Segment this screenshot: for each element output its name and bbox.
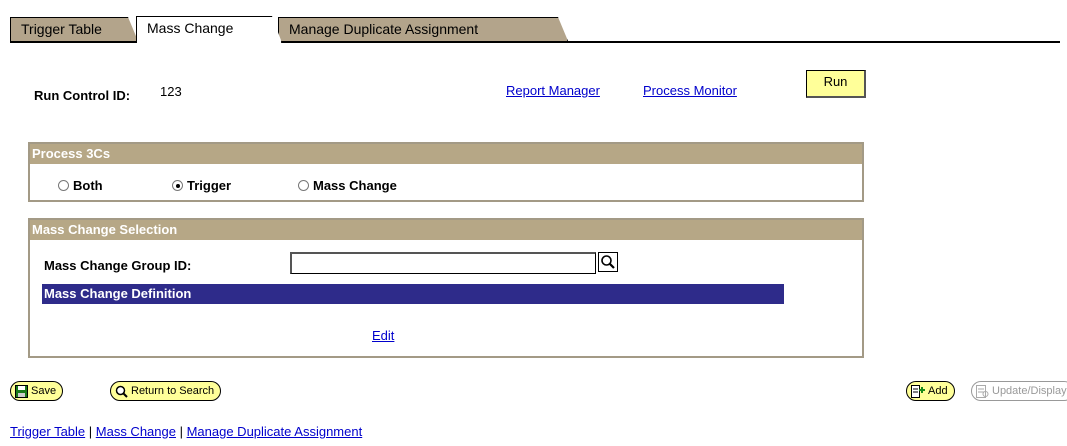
tab-mass-change[interactable]: Mass Change [136,16,282,43]
magnifier-icon [601,255,615,269]
radio-both-circle[interactable] [58,180,69,191]
tab-label: Mass Change [147,20,234,36]
radio-both-label: Both [73,178,103,193]
run-button[interactable]: Run [806,70,866,98]
return-to-search-label: Return to Search [131,385,215,397]
search-icon [115,385,128,398]
update-display-icon [976,384,989,398]
footer-separator: | [175,424,187,439]
footer-mass-change-link[interactable]: Mass Change [96,424,176,439]
mass-change-group-id-label: Mass Change Group ID: [44,258,192,273]
run-control-value: 123 [160,84,182,99]
tab-label: Trigger Table [21,21,102,37]
radio-trigger-circle[interactable] [172,180,183,191]
footer-separator: | [85,424,96,439]
radio-both[interactable]: Both [58,178,103,193]
footer-manage-duplicate-link[interactable]: Manage Duplicate Assignment [187,424,363,439]
mass-change-selection-title: Mass Change Selection [30,220,862,240]
mass-change-selection-group: Mass Change Selection Mass Change Group … [28,218,864,358]
tab-manage-duplicate-assignment[interactable]: Manage Duplicate Assignment [278,17,568,41]
add-record-icon [911,384,925,398]
mass-change-definition-header: Mass Change Definition [42,284,784,304]
radio-mass-change-circle[interactable] [298,180,309,191]
tab-label: Manage Duplicate Assignment [289,21,479,37]
process-monitor-link[interactable]: Process Monitor [643,83,737,98]
save-label: Save [31,385,57,397]
radio-trigger-label: Trigger [187,178,232,193]
edit-link[interactable]: Edit [372,328,394,343]
update-display-label: Update/Display [992,385,1067,397]
floppy-disk-icon [15,384,28,398]
tab-trigger-table[interactable]: Trigger Table [10,17,138,41]
footer-trigger-table-link[interactable]: Trigger Table [10,424,85,439]
radio-mass-change-label: Mass Change [313,178,397,193]
tab-strip: Trigger Table Mass Change Manage Duplica… [10,15,1060,43]
return-to-search-button[interactable]: Return to Search [110,381,222,401]
update-display-button[interactable]: Update/Display [971,381,1067,401]
lookup-button[interactable] [598,252,618,272]
run-control-label: Run Control ID: [34,88,131,103]
mass-change-group-id-input[interactable] [290,252,596,274]
report-manager-link[interactable]: Report Manager [506,83,600,98]
process-3cs-title: Process 3Cs [30,144,862,164]
save-button[interactable]: Save [10,381,64,401]
process-3cs-group: Process 3Cs Both Trigger Mass Change [28,142,864,202]
radio-trigger[interactable]: Trigger [172,178,231,193]
add-button[interactable]: Add [906,381,955,401]
radio-mass-change[interactable]: Mass Change [298,178,397,193]
add-label: Add [928,385,948,397]
footer-links: Trigger Table | Mass Change | Manage Dup… [10,424,362,439]
